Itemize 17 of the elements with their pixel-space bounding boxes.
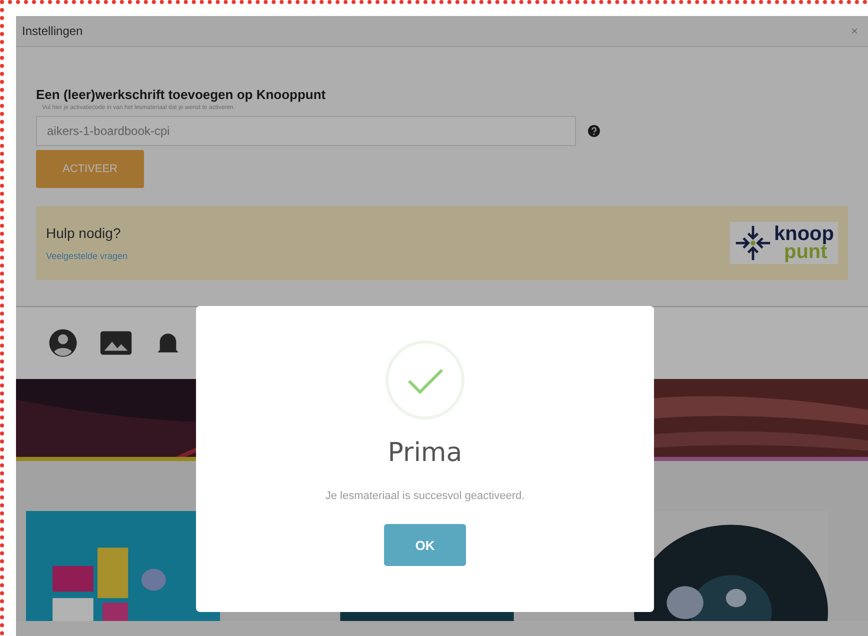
close-button[interactable]: × [846,24,862,38]
section-heading: Een (leer)werkschrift toevoegen op Knooppunt [36,87,327,102]
faq-link[interactable]: Veelgestelde vragen [46,251,128,261]
image-icon[interactable] [100,330,132,356]
arrows-icon [734,224,772,262]
logo-text: knoop [774,225,834,243]
checkmark-icon [385,340,465,420]
dialog-message: Je lesmateriaal is succesvol geactiveerd. [325,490,525,502]
activate-button[interactable]: ACTIVEER [36,150,144,188]
window-title: Instellingen [22,24,83,38]
ok-button[interactable]: OK [384,524,466,566]
help-title: Hulp nodig? [46,225,122,241]
user-icon[interactable] [48,328,78,358]
code-input[interactable]: aikers-1-boardbook-cpi [36,116,576,146]
dialog-title: Prima [388,438,462,468]
help-icon[interactable] [588,125,600,137]
logo-text: punt [784,243,828,261]
